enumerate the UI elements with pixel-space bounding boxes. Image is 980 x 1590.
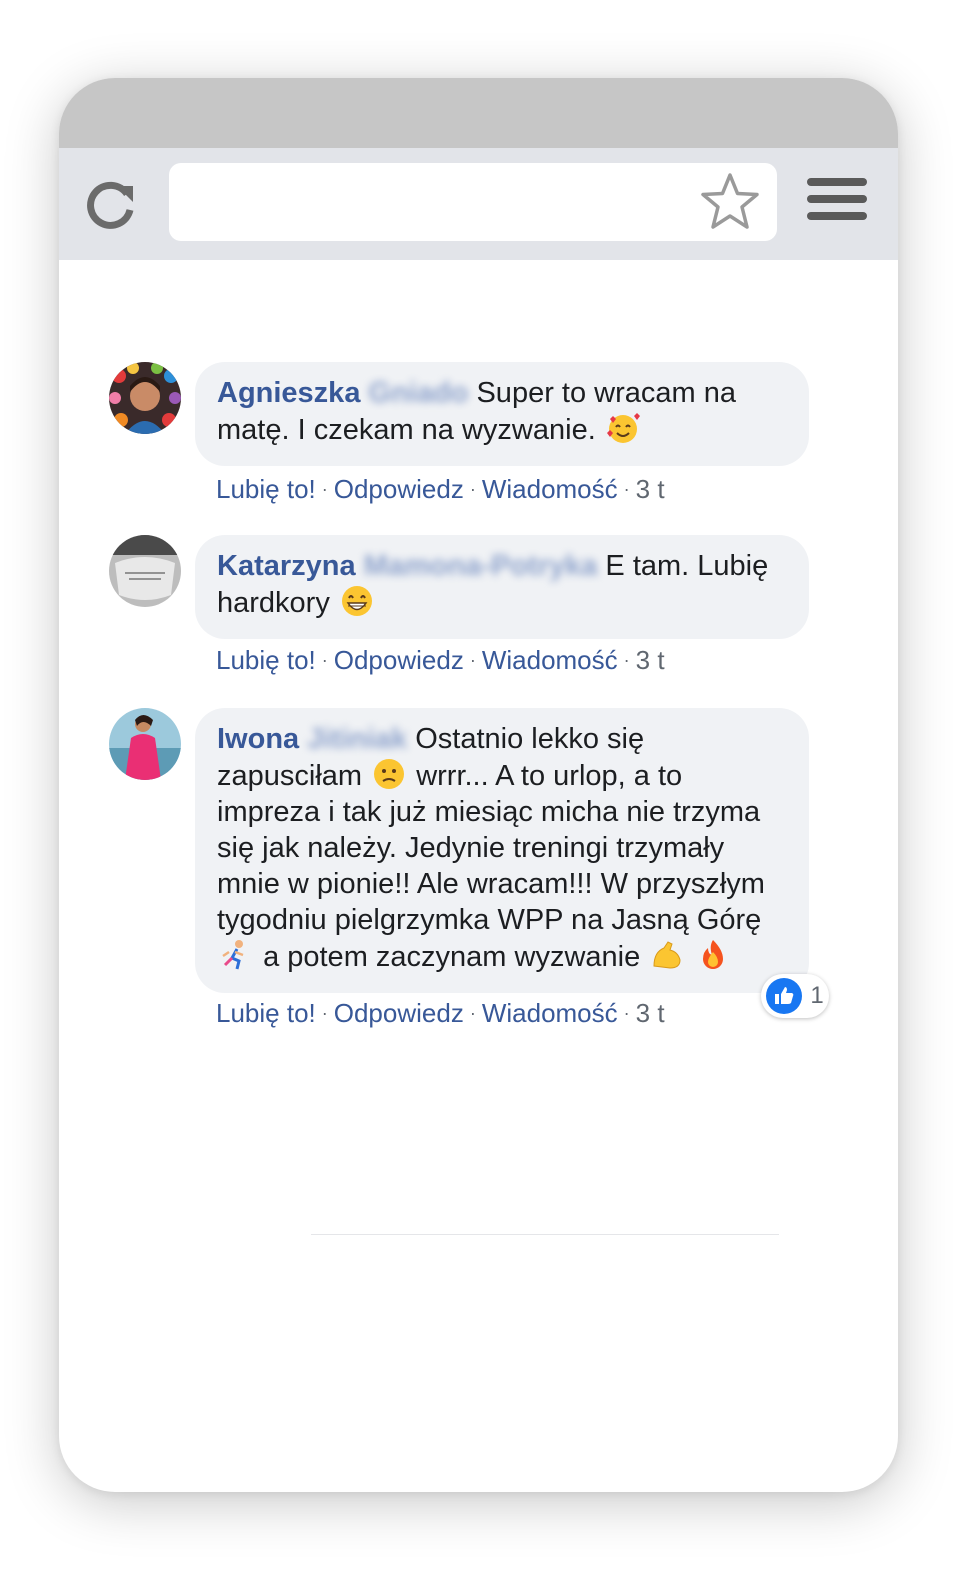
reply-link[interactable]: Odpowiedz xyxy=(334,474,464,504)
grinning-face-icon xyxy=(341,586,372,616)
author-name[interactable]: Katarzyna xyxy=(217,550,356,582)
person-running-icon xyxy=(222,940,244,970)
browser-toolbar xyxy=(59,148,898,260)
message-link[interactable]: Wiadomość xyxy=(482,998,618,1028)
message-link[interactable]: Wiadomość xyxy=(482,474,618,504)
author-surname-blurred[interactable]: Jitiniak xyxy=(307,721,407,757)
divider xyxy=(311,1234,779,1235)
star-icon[interactable] xyxy=(699,171,761,233)
flexed-biceps-icon xyxy=(653,941,681,969)
like-link[interactable]: Lubię to! xyxy=(216,474,316,504)
like-link[interactable]: Lubię to! xyxy=(216,998,316,1028)
comment-actions: Lubię to! · Odpowiedz · Wiadomość · 3 t xyxy=(216,998,665,1028)
avatar[interactable] xyxy=(109,362,181,434)
message-link[interactable]: Wiadomość xyxy=(482,645,618,675)
comment-actions: Lubię to! · Odpowiedz · Wiadomość · 3 t xyxy=(216,645,665,675)
comment-text-part-3: a potem zaczynam wyzwanie xyxy=(263,941,641,973)
comment-bubble: Katarzyna Mamona-Potryka E tam. Lubię ha… xyxy=(195,535,809,639)
avatar[interactable] xyxy=(109,535,181,607)
fire-icon xyxy=(703,940,724,969)
comment-bubble: Agnieszka Gniado Super to wracam na matę… xyxy=(195,362,809,466)
reply-link[interactable]: Odpowiedz xyxy=(334,645,464,675)
reaction-summary[interactable]: 1 xyxy=(761,974,829,1018)
timestamp[interactable]: 3 t xyxy=(636,645,665,675)
like-link[interactable]: Lubię to! xyxy=(216,645,316,675)
thumbs-up-icon xyxy=(766,978,803,1014)
hamburger-menu-icon[interactable] xyxy=(807,178,867,228)
reply-link[interactable]: Odpowiedz xyxy=(334,998,464,1028)
comment-bubble: Iwona Jitiniak Ostatnio lekko się zapusc… xyxy=(195,708,809,993)
comment-actions: Lubię to! · Odpowiedz · Wiadomość · 3 t xyxy=(216,474,665,504)
author-name[interactable]: Agnieszka xyxy=(217,377,360,409)
status-bar xyxy=(59,78,898,148)
phone-frame: Agnieszka Gniado Super to wracam na matę… xyxy=(59,78,898,1492)
smiling-face-with-hearts-icon xyxy=(606,413,640,443)
comments-section: Agnieszka Gniado Super to wracam na matę… xyxy=(59,260,898,1492)
timestamp[interactable]: 3 t xyxy=(636,474,665,504)
author-surname-blurred[interactable]: Gniado xyxy=(369,375,469,411)
author-surname-blurred[interactable]: Mamona-Potryka xyxy=(364,548,598,584)
confused-face-icon xyxy=(374,759,405,789)
reload-icon[interactable] xyxy=(83,176,139,232)
address-bar[interactable] xyxy=(169,163,777,241)
author-name[interactable]: Iwona xyxy=(217,723,299,755)
reaction-count: 1 xyxy=(810,982,824,1009)
avatar[interactable] xyxy=(109,708,181,780)
timestamp[interactable]: 3 t xyxy=(636,998,665,1028)
